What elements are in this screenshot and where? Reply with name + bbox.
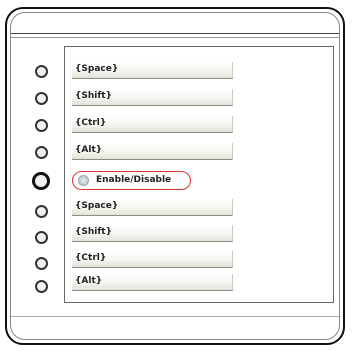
bottom-band <box>11 316 339 339</box>
side-button-toggle[interactable] <box>32 172 50 190</box>
side-button-6[interactable] <box>35 231 48 244</box>
key-field-ctrl-bottom[interactable]: {Ctrl} <box>72 251 233 268</box>
key-field-alt-bottom[interactable]: {Alt} <box>72 274 233 291</box>
key-field-ctrl-top[interactable]: {Ctrl} <box>72 116 233 133</box>
side-button-8[interactable] <box>35 280 48 293</box>
toggle-label: Enable/Disable <box>96 175 172 185</box>
key-field-space-bottom[interactable]: {Space} <box>72 199 233 216</box>
key-field-space-top[interactable]: {Space} <box>72 62 233 79</box>
side-button-4[interactable] <box>35 146 48 159</box>
toggle-indicator-icon <box>78 175 89 186</box>
enable-disable-toggle[interactable]: Enable/Disable <box>72 171 191 190</box>
key-field-shift-bottom[interactable]: {Shift} <box>72 225 233 242</box>
top-divider-secondary <box>11 37 339 38</box>
key-field-alt-top[interactable]: {Alt} <box>72 143 233 160</box>
top-divider <box>11 33 339 34</box>
side-button-7[interactable] <box>35 257 48 270</box>
side-button-1[interactable] <box>35 65 48 78</box>
side-button-5[interactable] <box>35 205 48 218</box>
side-button-3[interactable] <box>35 119 48 132</box>
side-button-2[interactable] <box>35 92 48 105</box>
key-field-shift-top[interactable]: {Shift} <box>72 89 233 106</box>
